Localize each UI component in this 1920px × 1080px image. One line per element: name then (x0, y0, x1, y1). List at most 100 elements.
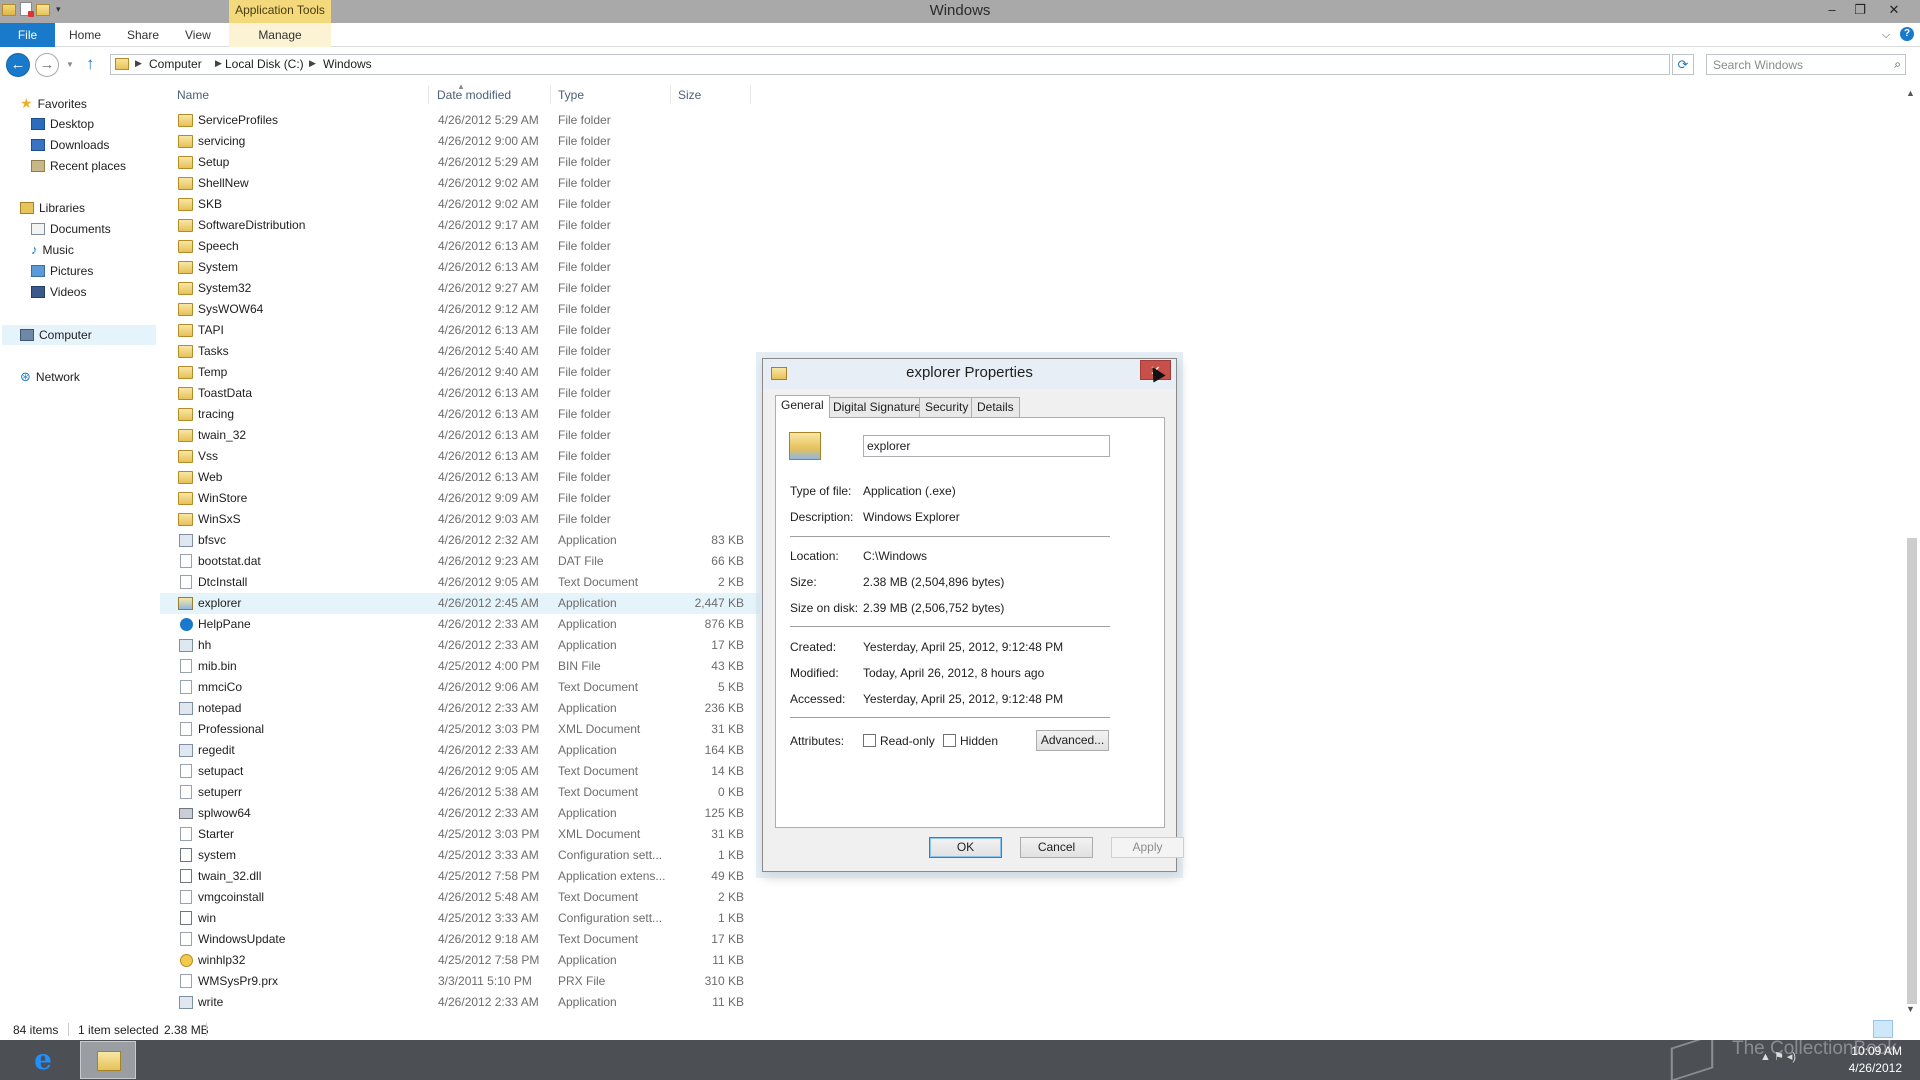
file-row[interactable]: WMSysPr9.prx 3/3/2011 5:10 PM PRX File 310 … (160, 971, 760, 992)
search-icon[interactable]: ⌕ (1894, 57, 1901, 72)
tab-general[interactable]: General (775, 395, 830, 418)
file-row[interactable]: bfsvc 4/26/2012 2:32 AM Application 83 KB (160, 530, 760, 551)
scroll-up-arrow-icon[interactable]: ▲ (1906, 88, 1915, 98)
file-row[interactable]: setuperr 4/26/2012 5:38 AM Text Document 0 … (160, 782, 760, 803)
file-row[interactable]: write 4/26/2012 2:33 AM Application 11 KB (160, 992, 760, 1013)
file-row[interactable]: servicing 4/26/2012 9:00 AM File folder (160, 131, 760, 152)
breadcrumb-local-disk[interactable]: Local Disk (C:) (225, 57, 304, 71)
close-button[interactable]: ✕ (1880, 0, 1908, 20)
file-row[interactable]: twain_32.dll 4/25/2012 7:58 PM Application… (160, 866, 760, 887)
file-row[interactable]: winhlp32 4/25/2012 7:58 PM Application 11 K… (160, 950, 760, 971)
file-row[interactable]: System32 4/26/2012 9:27 AM File folder (160, 278, 760, 299)
hidden-label[interactable]: Hidden (960, 734, 998, 748)
file-row[interactable]: twain_32 4/26/2012 6:13 AM File folder (160, 425, 760, 446)
forward-button[interactable]: → (35, 53, 59, 77)
file-row[interactable]: SysWOW64 4/26/2012 9:12 AM File folder (160, 299, 760, 320)
ok-button[interactable]: OK (929, 837, 1002, 858)
file-row[interactable]: ShellNew 4/26/2012 9:02 AM File folder (160, 173, 760, 194)
cancel-button[interactable]: Cancel (1020, 837, 1093, 858)
tab-share[interactable]: Share (127, 23, 159, 47)
scrollbar-thumb[interactable] (1907, 538, 1917, 1004)
file-row[interactable]: bootstat.dat 4/26/2012 9:23 AM DAT File 66 … (160, 551, 760, 572)
file-row[interactable]: Temp 4/26/2012 9:40 AM File folder (160, 362, 760, 383)
file-row[interactable]: Vss 4/26/2012 6:13 AM File folder (160, 446, 760, 467)
file-row[interactable]: Starter 4/25/2012 3:03 PM XML Document 31 K… (160, 824, 760, 845)
tab-manage[interactable]: Manage (229, 23, 331, 47)
file-row[interactable]: Speech 4/26/2012 6:13 AM File folder (160, 236, 760, 257)
column-divider[interactable] (670, 86, 671, 104)
file-row[interactable]: Web 4/26/2012 6:13 AM File folder (160, 467, 760, 488)
file-row[interactable]: HelpPane 4/26/2012 2:33 AM Application 876 … (160, 614, 760, 635)
file-row[interactable]: splwow64 4/26/2012 2:33 AM Application 125 … (160, 803, 760, 824)
hidden-checkbox[interactable] (943, 734, 956, 747)
breadcrumb-chevron-icon[interactable]: ▶ (215, 58, 222, 69)
nav-documents[interactable]: Documents (31, 220, 111, 238)
scroll-down-arrow-icon[interactable]: ▼ (1906, 1004, 1915, 1014)
column-header-name[interactable]: Name (177, 88, 209, 102)
file-row[interactable]: SKB 4/26/2012 9:02 AM File folder (160, 194, 760, 215)
file-row[interactable]: TAPI 4/26/2012 6:13 AM File folder (160, 320, 760, 341)
back-button[interactable]: ← (6, 53, 30, 77)
file-row[interactable]: WindowsUpdate 4/26/2012 9:18 AM Text Docum… (160, 929, 760, 950)
large-icons-view-button[interactable] (1895, 1020, 1915, 1038)
search-input[interactable] (1707, 55, 1877, 74)
nav-network[interactable]: ⊛ Network (20, 368, 80, 386)
column-divider[interactable] (550, 86, 551, 104)
column-header-type[interactable]: Type (558, 88, 584, 102)
file-row[interactable]: setupact 4/26/2012 9:05 AM Text Document 14… (160, 761, 760, 782)
file-row[interactable]: DtcInstall 4/26/2012 9:05 AM Text Document… (160, 572, 760, 593)
breadcrumb-windows[interactable]: Windows (323, 57, 372, 71)
file-row[interactable]: Tasks 4/26/2012 5:40 AM File folder (160, 341, 760, 362)
nav-desktop[interactable]: Desktop (31, 115, 94, 133)
nav-videos[interactable]: Videos (31, 283, 86, 301)
minimize-button[interactable]: – (1818, 0, 1846, 20)
column-divider[interactable] (428, 86, 429, 104)
file-row[interactable]: win 4/25/2012 3:33 AM Configuration sett..… (160, 908, 760, 929)
breadcrumb-chevron-icon[interactable]: ▶ (135, 58, 142, 69)
nav-music[interactable]: ♪ Music (31, 241, 74, 259)
expand-ribbon-chevron-icon[interactable]: ⌵ (1878, 27, 1894, 43)
refresh-button[interactable]: ⟳ (1672, 54, 1694, 75)
clock-date[interactable]: 4/26/2012 (1840, 1061, 1902, 1075)
file-row[interactable]: ServiceProfiles 4/26/2012 5:29 AM File fol… (160, 110, 760, 131)
vertical-scrollbar[interactable]: ▲ ▼ (1903, 86, 1920, 1020)
tab-file[interactable]: File (0, 23, 55, 47)
file-row[interactable]: Setup 4/26/2012 5:29 AM File folder (160, 152, 760, 173)
file-row[interactable]: hh 4/26/2012 2:33 AM Application 17 KB (160, 635, 760, 656)
file-row[interactable]: System 4/26/2012 6:13 AM File folder (160, 257, 760, 278)
file-row[interactable]: explorer 4/26/2012 2:45 AM Application 2,44… (160, 593, 760, 614)
file-name-field[interactable] (863, 435, 1110, 457)
file-row[interactable]: tracing 4/26/2012 6:13 AM File folder (160, 404, 760, 425)
nav-computer[interactable]: Computer (20, 326, 92, 344)
tab-home[interactable]: Home (69, 23, 101, 47)
nav-favorites[interactable]: ★ Favorites (20, 94, 87, 112)
file-row[interactable]: Professional 4/25/2012 3:03 PM XML Documen… (160, 719, 760, 740)
column-divider[interactable] (750, 86, 751, 104)
column-header-date[interactable]: Date modified (437, 88, 511, 102)
column-header-size[interactable]: Size (678, 88, 701, 102)
dialog-title-bar[interactable]: explorer Properties ✕ (763, 359, 1176, 389)
nav-downloads[interactable]: Downloads (31, 136, 109, 154)
read-only-label[interactable]: Read-only (880, 734, 935, 748)
recent-locations-chevron-icon[interactable]: ▼ (66, 60, 74, 69)
nav-recent-places[interactable]: Recent places (31, 157, 126, 175)
advanced-button[interactable]: Advanced... (1036, 730, 1109, 751)
help-icon[interactable]: ? (1900, 27, 1914, 41)
nav-pictures[interactable]: Pictures (31, 262, 93, 280)
file-row[interactable]: mib.bin 4/25/2012 4:00 PM BIN File 43 KB (160, 656, 760, 677)
tab-details[interactable]: Details (971, 397, 1020, 417)
tab-security[interactable]: Security (919, 397, 975, 417)
file-explorer-taskbar-button[interactable] (80, 1041, 136, 1079)
tab-digital-signatures[interactable]: Digital Signatures (827, 397, 934, 417)
breadcrumb-chevron-icon[interactable]: ▶ (309, 58, 316, 69)
file-row[interactable]: regedit 4/26/2012 2:33 AM Application 164 K… (160, 740, 760, 761)
details-view-button[interactable] (1873, 1020, 1893, 1038)
file-row[interactable]: mmciCo 4/26/2012 9:06 AM Text Document 5 KB (160, 677, 760, 698)
maximize-button[interactable]: ❐ (1846, 0, 1874, 20)
file-row[interactable]: WinSxS 4/26/2012 9:03 AM File folder (160, 509, 760, 530)
file-row[interactable]: notepad 4/26/2012 2:33 AM Application 236 K… (160, 698, 760, 719)
tab-view[interactable]: View (185, 23, 211, 47)
address-bar[interactable]: ▶ Computer ▶ Local Disk (C:) ▶ Windows ▼ (110, 54, 1771, 75)
nav-libraries[interactable]: Libraries (20, 199, 85, 217)
file-row[interactable]: system 4/25/2012 3:33 AM Configuration set… (160, 845, 760, 866)
